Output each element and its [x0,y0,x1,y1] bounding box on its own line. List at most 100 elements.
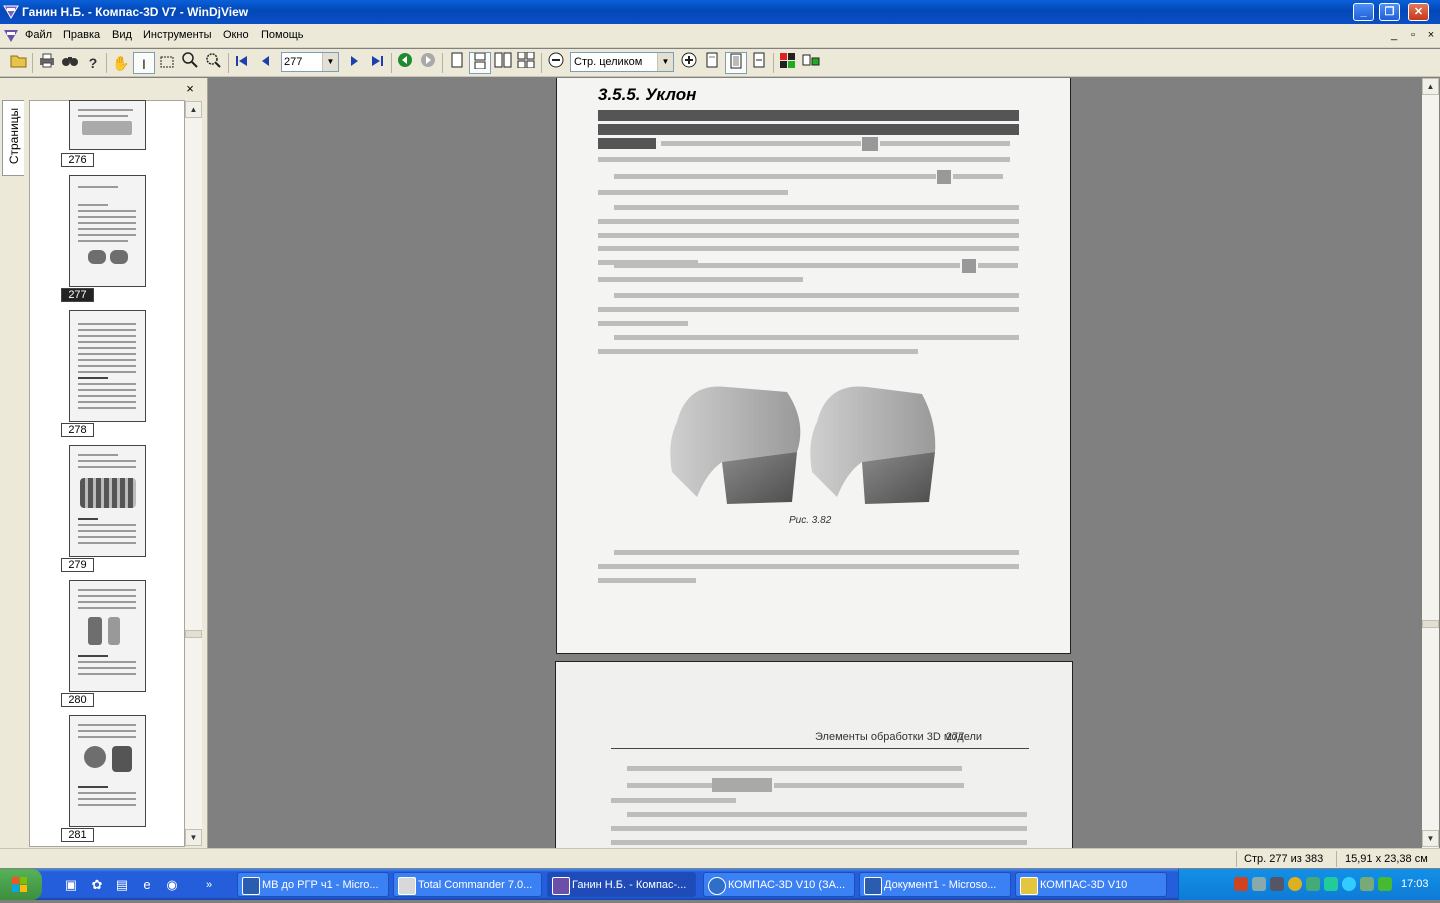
first-page-icon [236,56,247,66]
quicklaunch-more-icon[interactable]: » [200,876,218,894]
tray-hardware-icon[interactable] [1324,877,1338,891]
taskbar-button-kompas-za[interactable]: КОМПАС-3D V10 (ЗА... [703,872,855,897]
panel-close-button[interactable]: × [183,82,197,96]
tray-update-icon[interactable] [1306,877,1320,891]
thumbnail-scrollbar[interactable]: ▲ ▼ [185,101,202,846]
page-number-input[interactable] [284,54,322,70]
history-forward-button[interactable] [417,52,439,74]
actual-size-button[interactable] [748,52,770,74]
thumbnail-page-number[interactable]: 278 [61,423,94,437]
last-page-button[interactable] [366,52,388,74]
quicklaunch-save-icon[interactable]: ▤ [113,876,131,894]
thumbnail-page-number-selected[interactable]: 277 [61,288,94,302]
quicklaunch-desktop-icon[interactable]: ▣ [62,876,80,894]
tray-clock[interactable]: 17:03 [1401,878,1429,890]
history-back-button[interactable] [394,52,416,74]
document-system-menu-icon[interactable] [3,28,19,44]
rotate-button[interactable] [800,52,822,74]
help-button[interactable]: ? [82,52,104,74]
scroll-thumb[interactable] [185,630,202,638]
quicklaunch-icq-icon[interactable]: ✿ [88,876,106,894]
page-thumbnail[interactable] [69,715,146,827]
thumbnail-page-number[interactable]: 276 [61,153,94,167]
tab-pages[interactable]: Страницы [2,100,24,176]
scroll-up-arrow-icon[interactable]: ▲ [1422,78,1439,95]
continuous-facing-button[interactable] [515,51,537,74]
open-folder-button[interactable] [8,52,30,74]
zoom-tool-button[interactable] [179,52,201,74]
taskbar-button-windjview[interactable]: Ганин Н.Б. - Компас-... [547,872,696,897]
print-button[interactable] [36,52,58,74]
minimize-button[interactable]: _ [1353,3,1374,21]
tray-speaker-icon[interactable] [1270,877,1284,891]
minimize-icon: _ [1360,6,1367,18]
menu-help[interactable]: Помощь [261,29,304,41]
first-page-button[interactable] [231,52,253,74]
menu-window[interactable]: Окно [223,29,249,41]
zoom-combo[interactable]: Стр. целиком ▼ [570,52,674,72]
title-bar[interactable]: Ганин Н.Б. - Компас-3D V7 - WinDjView _ … [0,0,1440,24]
document-view[interactable]: 3.5.5. Уклон Рис. 3.82 Элементы обработк… [209,78,1422,848]
quicklaunch-ie-icon[interactable]: e [138,876,156,894]
rect-select-tool-button[interactable] [156,52,178,74]
chevron-down-icon[interactable]: ▼ [322,53,338,71]
taskbar-button-word-doc1[interactable]: Документ1 - Microso... [859,872,1011,897]
taskbar-button-kompas-v10[interactable]: КОМПАС-3D V10 [1015,872,1167,897]
thumbnail-page-number[interactable]: 279 [61,558,94,572]
tray-gpu-icon[interactable] [1378,877,1392,891]
previous-page-icon [262,56,269,66]
facing-pages-button[interactable] [492,52,514,74]
menu-file[interactable]: Файл [25,29,52,41]
fit-page-button[interactable] [725,52,747,74]
mdi-minimize-button[interactable]: _ [1387,29,1401,42]
figure-caption: Рис. 3.82 [789,515,832,526]
find-button[interactable] [59,52,81,74]
tray-network-icon[interactable] [1252,877,1266,891]
mdi-close-button[interactable]: × [1424,29,1438,42]
page-thumbnail[interactable] [69,175,146,287]
magnifier-icon [182,52,198,68]
zoom-out-button[interactable] [545,52,567,74]
scroll-down-arrow-icon[interactable]: ▼ [1422,830,1439,847]
document-scrollbar[interactable]: ▲ ▼ [1422,78,1439,848]
close-button[interactable]: ✕ [1408,3,1429,21]
zoom-rect-tool-button[interactable] [202,52,224,74]
menu-view[interactable]: Вид [112,29,132,41]
start-button[interactable] [0,869,42,900]
continuous-page-button[interactable] [469,52,491,74]
thumbnail-page-number[interactable]: 280 [61,693,94,707]
restore-button[interactable]: ❐ [1379,3,1400,21]
hand-tool-button[interactable]: ✋ [110,52,132,74]
fit-width-button[interactable] [701,52,723,74]
page-thumbnail[interactable] [69,100,146,150]
scroll-down-arrow-icon[interactable]: ▼ [185,829,202,846]
tray-skype-icon[interactable] [1342,877,1356,891]
display-mode-button[interactable] [777,52,799,74]
tray-messenger-icon[interactable] [1288,877,1302,891]
chevron-down-icon[interactable]: ▼ [657,53,673,71]
text-select-tool-button[interactable]: I [133,52,155,74]
mdi-restore-button[interactable]: ▫ [1406,29,1420,42]
thumbnail-page-number[interactable]: 281 [61,828,94,842]
menu-edit[interactable]: Правка [63,29,100,41]
single-page-button[interactable] [446,52,468,74]
next-page-button[interactable] [343,52,365,74]
page-thumbnail[interactable] [69,445,146,557]
scroll-thumb[interactable] [1422,620,1439,628]
tray-display-icon[interactable] [1360,877,1374,891]
scroll-up-arrow-icon[interactable]: ▲ [185,101,202,118]
windjview-app-icon[interactable] [3,4,19,20]
page-number-combo[interactable]: ▼ [281,52,339,72]
document-page[interactable]: 3.5.5. Уклон Рис. 3.82 [556,78,1071,654]
document-page[interactable]: Элементы обработки 3D модели 277 [555,661,1073,848]
tray-antivirus-icon[interactable] [1234,877,1248,891]
page-thumbnail[interactable] [69,580,146,692]
previous-page-button[interactable] [255,52,277,74]
taskbar-button-word-mv[interactable]: МВ до РГР ч1 - Micro... [237,872,389,897]
taskbar-button-total-commander[interactable]: Total Commander 7.0... [393,872,542,897]
menu-tools[interactable]: Инструменты [143,29,212,41]
quicklaunch-kompas-icon[interactable]: ◉ [163,876,181,894]
page-thumbnail[interactable] [69,310,146,422]
printer-icon [40,53,54,68]
zoom-in-button[interactable] [678,52,700,74]
